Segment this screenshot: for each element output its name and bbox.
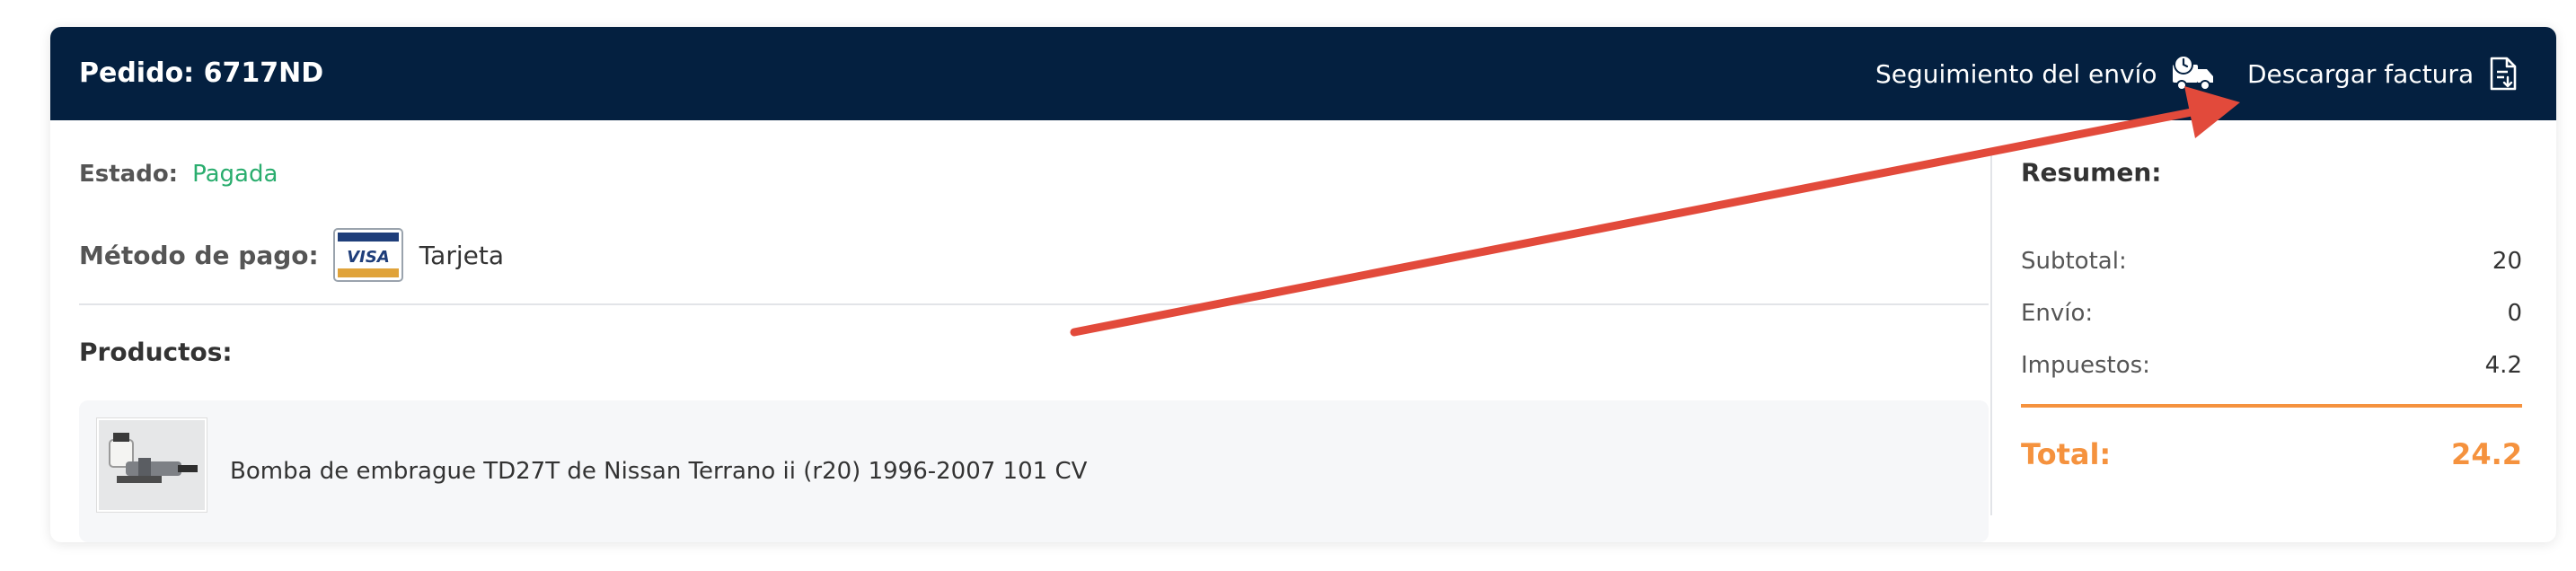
status-label: Estado: — [79, 161, 179, 188]
payment-row: Método de pago: VISA Tarjeta — [79, 228, 504, 282]
page: Pedido: 6717ND Seguimiento del envío Des… — [0, 0, 2576, 571]
payment-method-value: Tarjeta — [419, 240, 504, 270]
visa-brand-text: VISA — [347, 248, 390, 267]
summary-row-total: Total: 24.2 — [2021, 437, 2522, 471]
shipping-value: 0 — [2507, 300, 2522, 327]
clutch-pump-image — [99, 420, 205, 510]
product-name[interactable]: Bomba de embrague TD27T de Nissan Terran… — [230, 458, 1087, 485]
product-thumbnail[interactable] — [97, 418, 207, 512]
product-item[interactable]: Bomba de embrague TD27T de Nissan Terran… — [79, 400, 1989, 542]
taxes-value: 4.2 — [2484, 352, 2522, 379]
visa-card-icon: VISA — [332, 228, 403, 282]
summary-row-taxes: Impuestos: 4.2 — [2021, 352, 2522, 379]
subtotal-value: 20 — [2492, 248, 2522, 275]
invoice-label: Descargar factura — [2247, 58, 2475, 89]
download-invoice-link[interactable]: Descargar factura — [2247, 27, 2519, 120]
taxes-label: Impuestos: — [2021, 352, 2150, 379]
status-badge: Pagada — [192, 161, 278, 188]
products-title: Productos: — [79, 337, 233, 367]
summary-title: Resumen: — [2021, 157, 2162, 188]
order-title: Pedido: 6717ND — [79, 57, 324, 89]
summary-divider — [1990, 153, 1992, 515]
document-download-icon — [2490, 57, 2517, 91]
summary-row-subtotal: Subtotal: 20 — [2021, 248, 2522, 275]
subtotal-label: Subtotal: — [2021, 248, 2127, 275]
order-header: Pedido: 6717ND Seguimiento del envío Des… — [50, 27, 2556, 120]
status-row: Estado: Pagada — [79, 161, 278, 188]
summary-row-shipping: Envío: 0 — [2021, 300, 2522, 327]
tracking-link[interactable]: Seguimiento del envío — [1875, 27, 2218, 120]
order-card: Pedido: 6717ND Seguimiento del envío Des… — [50, 27, 2556, 542]
details-divider — [79, 303, 1989, 305]
total-divider — [2021, 404, 2522, 408]
shipping-label: Envío: — [2021, 300, 2094, 327]
truck-clock-icon — [2173, 55, 2214, 91]
payment-label: Método de pago: — [79, 240, 319, 270]
total-value: 24.2 — [2451, 437, 2522, 471]
total-label: Total: — [2021, 437, 2112, 471]
tracking-label: Seguimiento del envío — [1875, 58, 2157, 89]
